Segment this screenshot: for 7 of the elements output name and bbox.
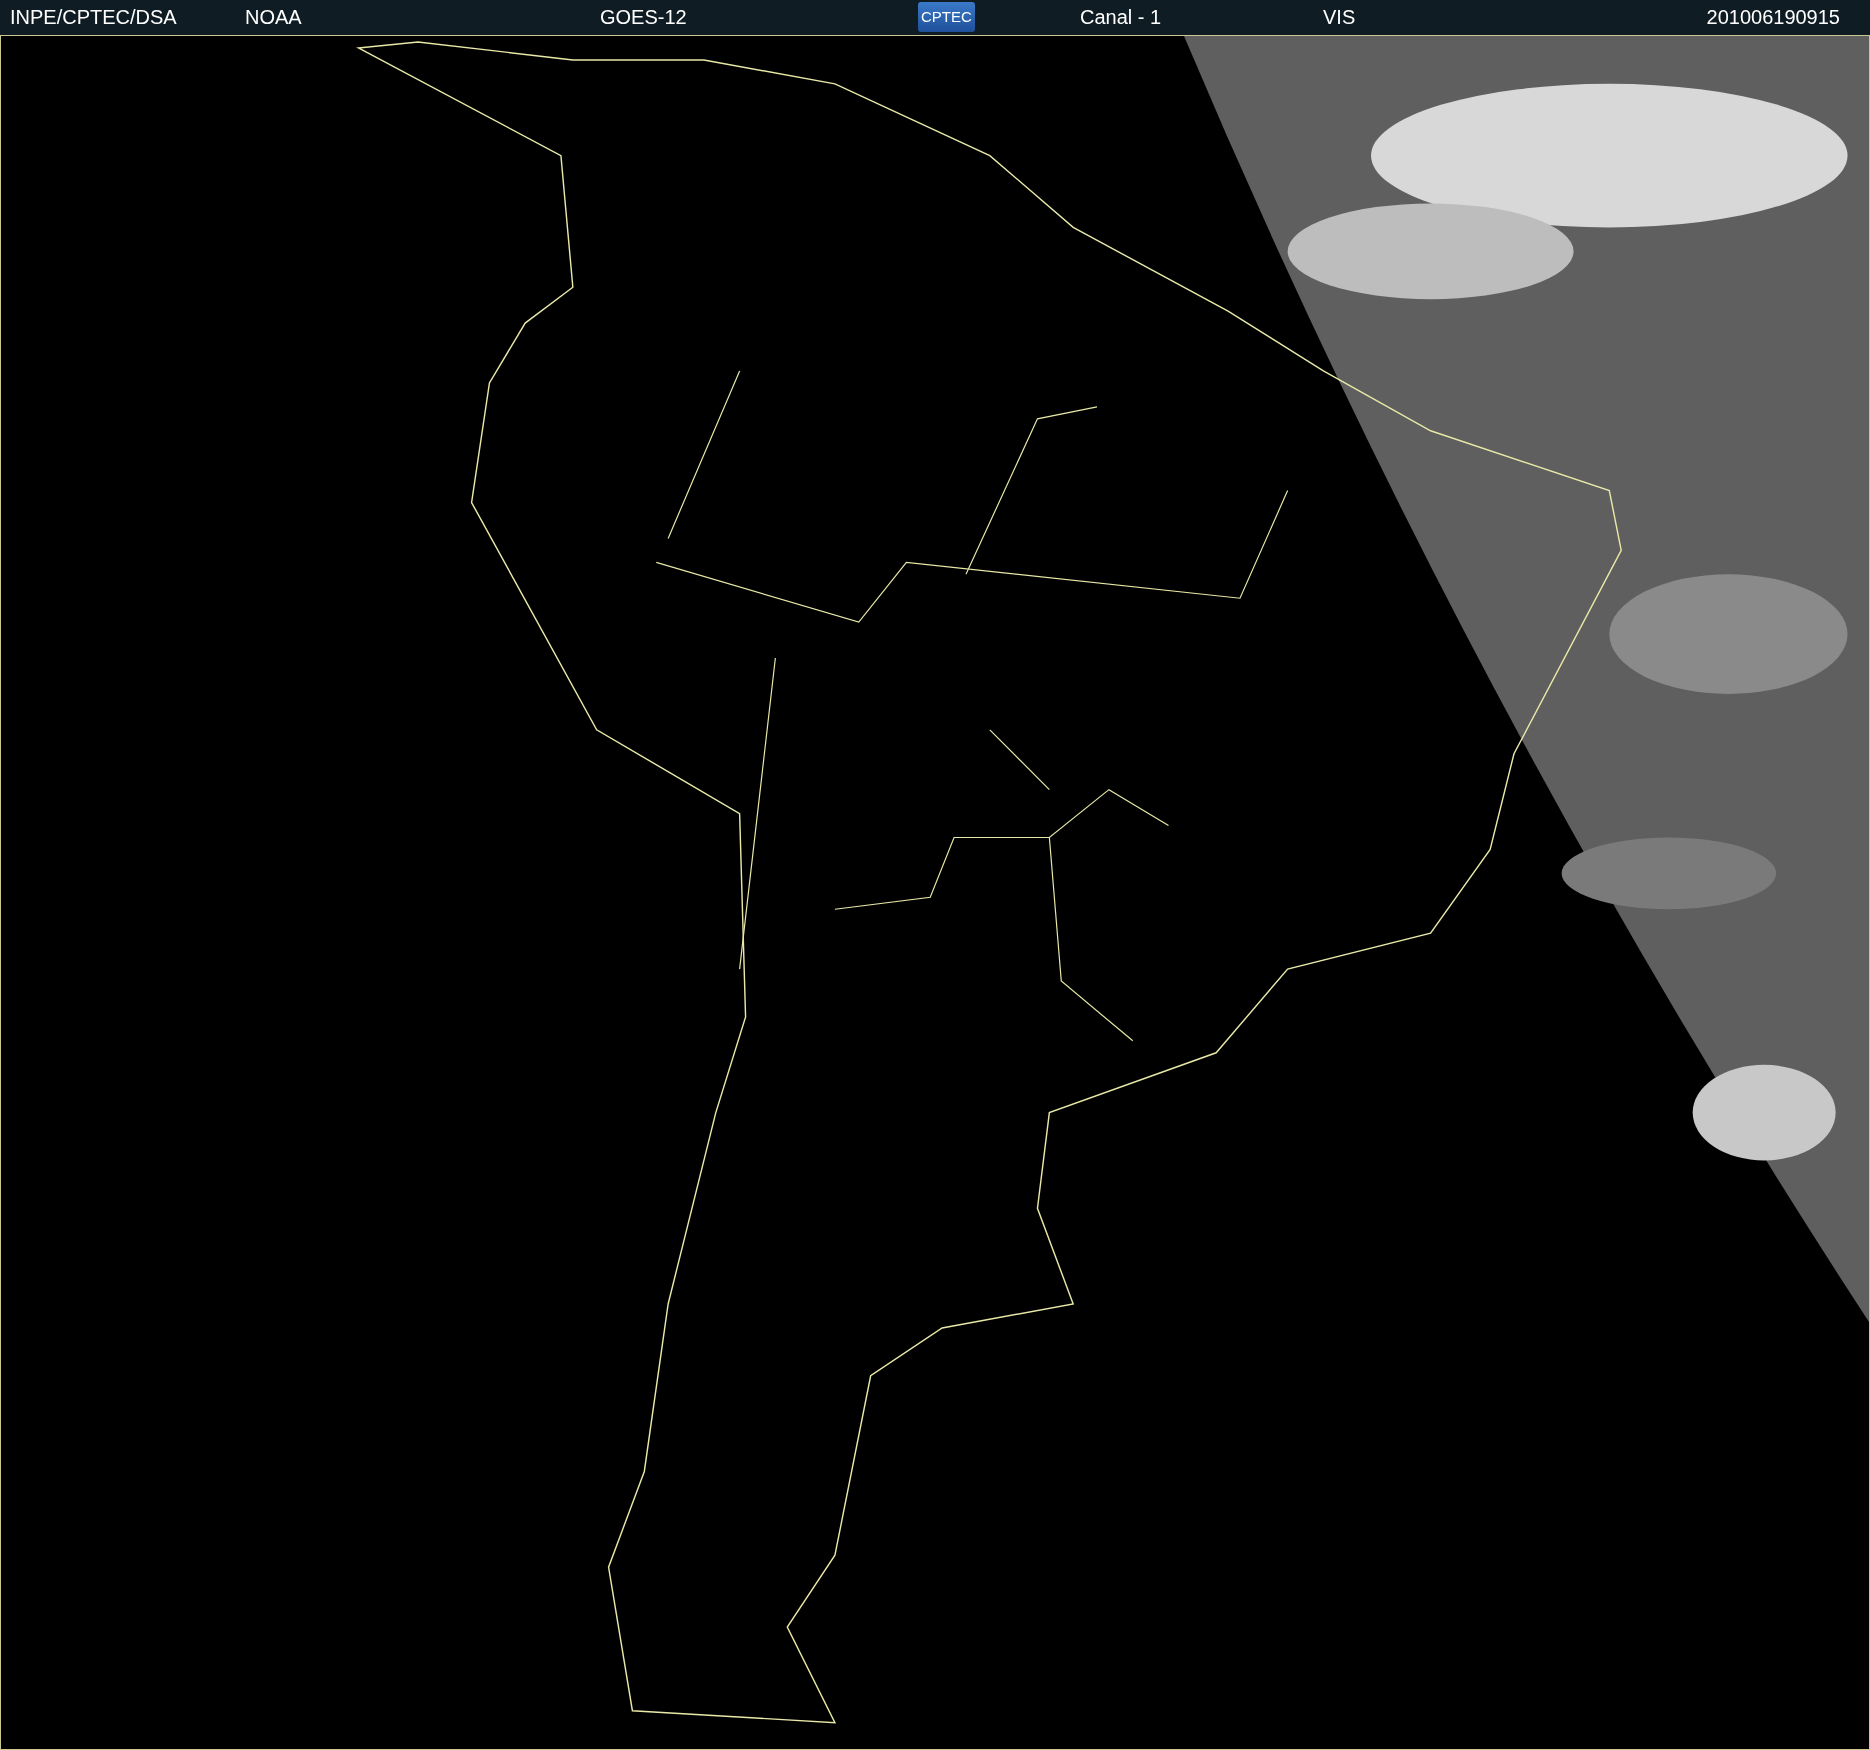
header-label: Canal - 1 [1080,6,1162,28]
header-label: VIS [1323,6,1356,28]
header-label: GOES-12 [600,6,687,28]
header-label: 201006190915 [1706,6,1840,28]
logo: CPTEC [918,2,975,32]
header-label: INPE/CPTEC/DSA [10,6,177,28]
header-label: NOAA [245,6,302,28]
